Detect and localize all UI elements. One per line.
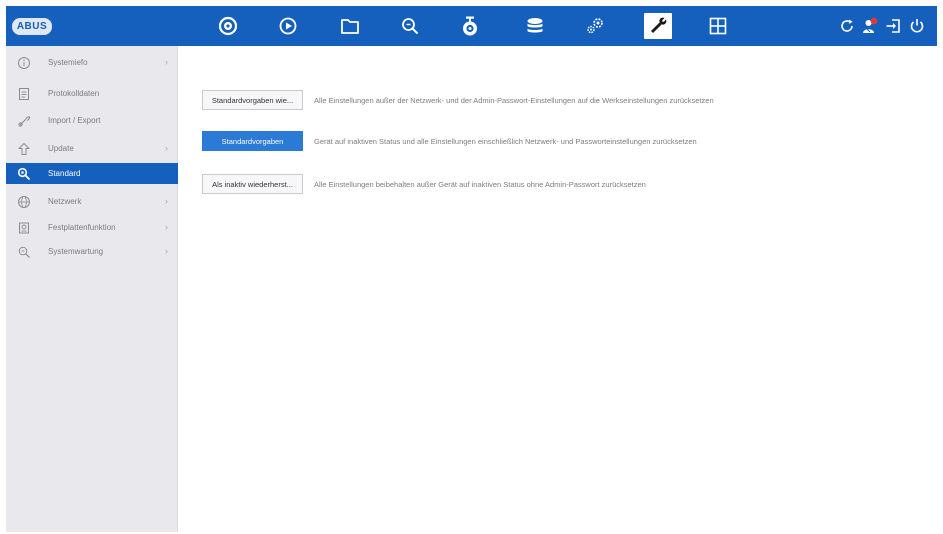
- camera-setup-icon[interactable]: [456, 13, 484, 39]
- live-view-camera-icon[interactable]: [214, 13, 242, 39]
- sidebar-menu: Systemiefo › Protokolldaten Import / Exp…: [6, 46, 178, 532]
- chevron-right-icon: ›: [165, 222, 168, 232]
- sidebar-item-label: Festplattenfunktion: [48, 223, 116, 232]
- chevron-right-icon: ›: [165, 246, 168, 256]
- action-description: Gerät auf inaktiven Status und alle Eins…: [314, 136, 697, 146]
- sidebar-item-label: Netzwerk: [48, 197, 82, 206]
- update-arrow-icon: [17, 142, 31, 156]
- sidebar-item-standard[interactable]: Standard: [6, 163, 178, 184]
- storage-database-icon[interactable]: [521, 13, 549, 39]
- logout-icon[interactable]: [882, 15, 904, 37]
- log-document-icon: [17, 87, 31, 101]
- main-content: Standardvorgaben wie... Alle Einstellung…: [179, 46, 937, 532]
- sidebar-item-label: Protokolldaten: [48, 89, 100, 98]
- smart-search-icon[interactable]: [396, 13, 424, 39]
- maintenance-wrench-icon[interactable]: [644, 13, 672, 39]
- sidebar-item-protokolldaten[interactable]: Protokolldaten: [6, 83, 178, 104]
- user-alert-icon[interactable]: [859, 15, 881, 37]
- power-icon[interactable]: [906, 15, 928, 37]
- files-folder-icon[interactable]: [336, 13, 364, 39]
- sidebar-item-label: Standard: [48, 169, 81, 178]
- brand-logo: ABUS: [12, 18, 52, 35]
- action-row-restore-defaults: Standardvorgaben wie... Alle Einstellung…: [202, 90, 714, 110]
- sidebar-item-import-export[interactable]: Import / Export: [6, 110, 178, 131]
- network-globe-icon: [17, 195, 31, 209]
- chevron-right-icon: ›: [165, 143, 168, 153]
- chevron-right-icon: ›: [165, 196, 168, 206]
- sidebar-item-label: Import / Export: [48, 116, 101, 125]
- sidebar-item-label: Systemwartung: [48, 247, 104, 256]
- sidebar-item-netzwerk[interactable]: Netzwerk ›: [6, 191, 178, 212]
- chevron-right-icon: ›: [165, 57, 168, 67]
- hdd-icon: [17, 221, 31, 235]
- import-export-icon: [17, 114, 31, 128]
- sidebar-item-label: Update: [48, 144, 74, 153]
- factory-defaults-button[interactable]: Standardvorgaben: [202, 131, 303, 151]
- restore-defaults-button[interactable]: Standardvorgaben wie...: [202, 90, 303, 110]
- sidebar-item-update[interactable]: Update ›: [6, 138, 178, 159]
- restore-inactive-button[interactable]: Als inaktiv wiederherst...: [202, 174, 303, 194]
- multi-view-grid-icon[interactable]: [704, 13, 732, 39]
- info-circle-icon: [17, 56, 31, 70]
- action-row-factory-defaults: Standardvorgaben Gerät auf inaktiven Sta…: [202, 131, 697, 151]
- action-row-restore-inactive: Als inaktiv wiederherst... Alle Einstell…: [202, 174, 646, 194]
- refresh-icon[interactable]: [836, 15, 858, 37]
- system-settings-gears-icon[interactable]: [581, 13, 609, 39]
- sidebar-item-systemwartung[interactable]: Systemwartung ›: [6, 241, 178, 262]
- top-navigation-bar: ABUS: [6, 6, 937, 46]
- sidebar-item-festplattenfunktion[interactable]: Festplattenfunktion ›: [6, 217, 178, 238]
- action-description: Alle Einstellungen außer der Netzwerk- u…: [314, 95, 714, 105]
- sidebar-item-label: Systemiefo: [48, 58, 88, 67]
- default-reset-icon: [17, 167, 31, 181]
- system-service-icon: [17, 245, 31, 259]
- sidebar-item-systeminfo[interactable]: Systemiefo ›: [6, 52, 178, 73]
- playback-icon[interactable]: [274, 13, 302, 39]
- action-description: Alle Einstellungen beibehalten außer Ger…: [314, 179, 646, 189]
- app-window: ABUS Systemiefo › Protokolldaten Import …: [6, 6, 937, 532]
